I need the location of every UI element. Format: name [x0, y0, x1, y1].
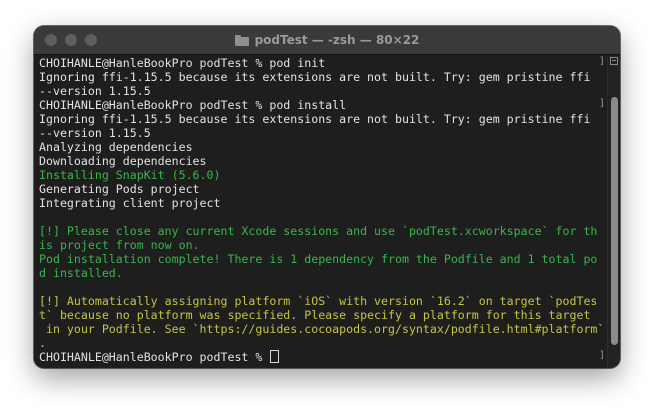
- folder-icon: [234, 35, 249, 46]
- window-title-container: podTest — -zsh — 80×22: [34, 26, 620, 54]
- terminal-line: t` because no platform was specified. Pl…: [39, 308, 591, 322]
- terminal-line: [!] Please close any current Xcode sessi…: [39, 224, 598, 238]
- prompt-line: CHOIHANLE@HanleBookPro podTest %: [39, 350, 280, 364]
- mark-bracket-icon: ]: [599, 350, 606, 361]
- terminal-line: d installed.: [39, 266, 123, 280]
- mark-bracket-icon: ]: [599, 98, 606, 109]
- terminal-line: Downloading dependencies: [39, 154, 207, 168]
- terminal-output[interactable]: ] ] ] CHOIHANLE@HanleBookPro podTest % p…: [34, 55, 607, 368]
- vertical-scrollbar[interactable]: [607, 55, 620, 368]
- terminal-line: Ignoring ffi-1.15.5 because its extensio…: [39, 112, 591, 126]
- terminal-line: in your Podfile. See `https://guides.coc…: [39, 322, 605, 336]
- terminal-line: Integrating client project: [39, 196, 221, 210]
- mark-bracket-icon: ]: [599, 56, 606, 67]
- terminal-window: podTest — -zsh — 80×22 ] ] ] CHOIHANLE@H…: [34, 26, 620, 368]
- terminal-line: Analyzing dependencies: [39, 140, 193, 154]
- terminal-line: Pod installation complete! There is 1 de…: [39, 252, 598, 266]
- terminal-line: CHOIHANLE@HanleBookPro podTest % pod ins…: [39, 98, 347, 112]
- terminal-line: --version 1.15.5: [39, 126, 151, 140]
- terminal-line: .: [39, 336, 46, 350]
- terminal-line: Ignoring ffi-1.15.5 because its extensio…: [39, 70, 591, 84]
- terminal-line: Installing SnapKit (5.6.0): [39, 168, 221, 182]
- text-cursor: [270, 350, 280, 363]
- terminal-line: is project from now on.: [39, 238, 200, 252]
- terminal-line: Generating Pods project: [39, 182, 200, 196]
- window-title: podTest — -zsh — 80×22: [254, 33, 420, 47]
- terminal-line: [!] Automatically assigning platform `iO…: [39, 294, 598, 308]
- title-bar[interactable]: podTest — -zsh — 80×22: [34, 26, 620, 55]
- terminal-line: CHOIHANLE@HanleBookPro podTest % pod ini…: [39, 56, 326, 70]
- split-pane-icon[interactable]: [610, 57, 618, 65]
- scrollbar-thumb[interactable]: [611, 97, 618, 345]
- terminal-line: --version 1.15.5: [39, 84, 151, 98]
